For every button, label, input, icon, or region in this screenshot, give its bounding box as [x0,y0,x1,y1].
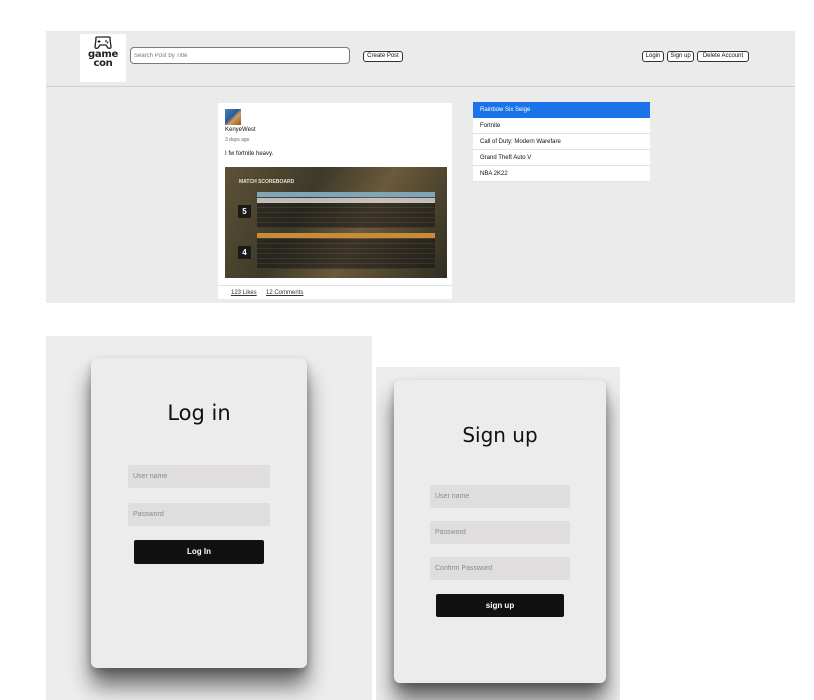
post-content: I fw fortnite heavy. [225,151,274,157]
logo-text-line2: con [93,58,113,69]
top-navbar: game con Create Post Login Sign up Delet… [46,31,795,87]
search-input[interactable] [130,47,350,64]
team2-score: 4 [238,246,251,259]
scoreboard-title: MATCH SCOREBOARD [239,179,295,185]
create-post-button[interactable]: Create Post [363,51,403,62]
login-submit-button[interactable]: Log In [134,540,264,564]
team2-header-band [257,233,435,238]
delete-account-button[interactable]: Delete Account [697,51,749,62]
comments-link[interactable]: 12 Comments [266,290,303,296]
gamepad-icon [94,36,112,49]
login-title: Log in [167,401,231,425]
post-author[interactable]: KenyeWest [225,127,256,133]
post-footer: 123 Likes 12 Comments [218,285,452,300]
signup-card: Sign up sign up [394,380,606,683]
team1-header-band [257,192,435,197]
game-item-fortnite[interactable]: Fortnite [473,118,650,134]
team1-score: 5 [238,205,251,218]
home-screen: game con Create Post Login Sign up Delet… [46,31,795,303]
signup-username-input[interactable] [430,485,570,508]
game-item-rainbow-six-seige[interactable]: Rainbow Six Seige [473,102,650,118]
login-screen: Log in Log In [46,336,372,700]
signup-button[interactable]: Sign up [667,51,694,62]
login-card: Log in Log In [91,358,307,668]
scoreboard-row [257,264,435,269]
signup-title: Sign up [462,423,538,447]
gamecon-logo[interactable]: game con [80,34,126,82]
login-username-input[interactable] [128,465,270,488]
game-item-nba-2k22[interactable]: NBA 2K22 [473,166,650,182]
login-button[interactable]: Login [642,51,664,62]
signup-submit-button[interactable]: sign up [436,594,564,617]
signup-confirm-password-input[interactable] [430,557,570,580]
game-list: Rainbow Six Seige Fortnite Call of Duty:… [473,102,650,182]
game-item-call-of-duty[interactable]: Call of Duty: Modern Warefare [473,134,650,150]
post-card: KenyeWest 3 days ago I fw fortnite heavy… [218,103,452,299]
scoreboard-row [257,223,435,228]
game-item-gta-v[interactable]: Grand Theft Auto V [473,150,650,166]
post-image[interactable]: MATCH SCOREBOARD 5 4 [225,167,447,278]
signup-screen: Sign up sign up [376,367,620,700]
post-time: 3 days ago [225,137,250,143]
signup-password-input[interactable] [430,521,570,544]
login-password-input[interactable] [128,503,270,526]
avatar[interactable] [225,109,241,125]
likes-link[interactable]: 123 Likes [231,290,257,296]
